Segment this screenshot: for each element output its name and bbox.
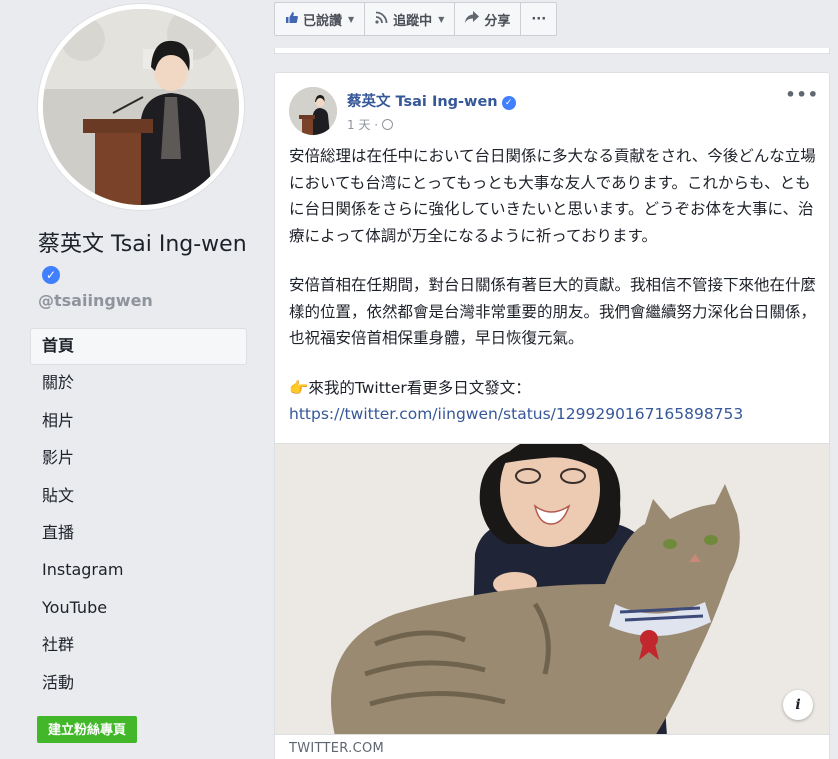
nav-item-home[interactable]: 首頁 xyxy=(30,328,247,366)
verified-badge-icon: ✓ xyxy=(42,266,60,284)
post-card: 蔡英文 Tsai Ing-wen ✓ 1 天 · ••• 安倍総理は在任中において… xyxy=(274,72,830,759)
profile-picture[interactable] xyxy=(38,4,244,210)
create-page-button[interactable]: 建立粉絲專頁 xyxy=(37,716,138,743)
share-button[interactable]: 分享 xyxy=(455,3,522,35)
nav-item-events[interactable]: 活動 xyxy=(30,665,247,702)
globe-icon xyxy=(382,119,394,130)
post-text: 安倍総理は在任中において台日関係に多大なる貢献をされ、今後どんな立場においても台… xyxy=(289,143,819,428)
page-nav: 首頁 關於 相片 影片 貼文 直播 Instagram YouTube 社群 活… xyxy=(30,328,247,702)
share-arrow-icon xyxy=(465,11,480,27)
page-name-text[interactable]: 蔡英文 Tsai Ing-wen xyxy=(38,232,247,257)
more-actions-label: ··· xyxy=(531,11,547,27)
nav-item-live[interactable]: 直播 xyxy=(30,515,247,552)
following-label: 追蹤中 xyxy=(393,13,433,29)
chevron-down-icon: ▼ xyxy=(348,14,355,24)
liked-label: 已說讚 xyxy=(303,13,343,29)
chevron-down-icon: ▼ xyxy=(438,14,445,24)
post-author-name[interactable]: 蔡英文 Tsai Ing-wen ✓ xyxy=(347,90,516,111)
profile-photo xyxy=(43,9,239,205)
nav-item-photos[interactable]: 相片 xyxy=(30,403,247,440)
link-preview-image[interactable]: i xyxy=(275,443,829,735)
more-actions-button[interactable]: ··· xyxy=(521,3,556,35)
post-paragraph-japanese: 安倍総理は在任中において台日関係に多大なる貢献をされ、今後どんな立場においても台… xyxy=(289,147,816,245)
page-handle[interactable]: @tsaiingwen xyxy=(38,291,153,310)
post-timestamp[interactable]: 1 天 xyxy=(347,118,370,132)
post-author-text[interactable]: 蔡英文 Tsai Ing-wen xyxy=(347,94,498,110)
page-action-bar: 已說讚 ▼ 追蹤中 ▼ 分享 ··· xyxy=(274,2,558,36)
post-meta: 1 天 · xyxy=(347,116,394,133)
nav-item-about[interactable]: 關於 xyxy=(30,365,247,402)
nav-item-community[interactable]: 社群 xyxy=(30,627,247,664)
thumbs-up-icon xyxy=(285,11,298,28)
pointing-hand-icon: 👉 xyxy=(289,378,309,397)
nav-item-youtube[interactable]: YouTube xyxy=(30,590,247,627)
rss-icon xyxy=(375,11,388,28)
info-icon[interactable]: i xyxy=(783,690,813,720)
nav-item-videos[interactable]: 影片 xyxy=(30,440,247,477)
liked-button[interactable]: 已說讚 ▼ xyxy=(275,3,366,35)
link-domain[interactable]: TWITTER.COM xyxy=(289,741,384,756)
post-paragraph-chinese: 安倍首相在任期間，對台日關係有著巨大的貢獻。我相信不管接下來他在什麼樣的位置，依… xyxy=(289,276,817,347)
previous-card-edge xyxy=(274,48,830,54)
post-author-avatar[interactable] xyxy=(289,87,337,135)
page-sidebar: 蔡英文 Tsai Ing-wen ✓ @tsaiingwen 首頁 關於 相片 影… xyxy=(0,0,262,759)
following-button[interactable]: 追蹤中 ▼ xyxy=(365,3,456,35)
page-name[interactable]: 蔡英文 Tsai Ing-wen ✓ xyxy=(38,230,248,290)
nav-item-posts[interactable]: 貼文 xyxy=(30,478,247,515)
twitter-line-text: 來我的Twitter看更多日文發文： xyxy=(308,378,531,397)
nav-item-instagram[interactable]: Instagram xyxy=(30,552,247,589)
verified-badge-icon: ✓ xyxy=(501,96,516,110)
twitter-link[interactable]: https://twitter.com/iingwen/status/12992… xyxy=(289,401,819,428)
post-options-icon[interactable]: ••• xyxy=(785,85,819,104)
share-label: 分享 xyxy=(484,13,511,29)
post-twitter-line: 👉來我的Twitter看更多日文發文： xyxy=(289,375,819,402)
